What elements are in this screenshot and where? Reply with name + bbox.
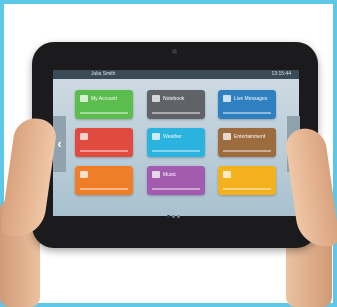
notebook-icon — [152, 95, 160, 102]
music-icon — [152, 171, 160, 178]
cloud-icon — [152, 133, 160, 140]
status-time: 13:15:44 — [271, 71, 291, 77]
tile-bar — [80, 150, 128, 152]
status-bar: Julia Smith 13:15:44 — [53, 70, 299, 79]
page-dot — [177, 215, 180, 218]
user-name: Julia Smith — [91, 71, 116, 77]
chat-icon — [223, 95, 231, 102]
tile-bar — [152, 150, 200, 152]
tile-bar — [152, 112, 200, 114]
tile-bar — [223, 112, 271, 114]
tile-bar — [80, 112, 128, 114]
tile-music[interactable]: Music — [147, 166, 205, 195]
tile-bar — [223, 188, 271, 190]
tile-label: Music — [163, 172, 177, 178]
tile-label: Entertainment — [234, 134, 266, 140]
camera-icon — [172, 49, 177, 54]
tile-bar — [80, 188, 128, 190]
tile-icon — [80, 133, 88, 140]
tablet-screen: Julia Smith 13:15:44 My Account Notebook… — [53, 70, 299, 216]
tile-label: Live Messages — [234, 96, 268, 102]
tile-label: Weather — [163, 134, 182, 140]
tile-bar — [223, 150, 271, 152]
tile-yellow[interactable] — [218, 166, 276, 195]
tile-red[interactable] — [75, 128, 133, 157]
tile-notebook[interactable]: Notebook — [147, 90, 205, 119]
tile-weather[interactable]: Weather — [147, 128, 205, 157]
tile-bar — [152, 188, 200, 190]
tile-label: My Account — [91, 96, 117, 102]
tile-orange[interactable] — [75, 166, 133, 195]
tile-my-account[interactable]: My Account — [75, 90, 133, 119]
page-dot — [172, 215, 175, 218]
tile-icon — [223, 171, 231, 178]
tile-label: Notebook — [163, 96, 185, 102]
tile-icon — [80, 171, 88, 178]
film-icon — [223, 133, 231, 140]
page-dot — [167, 215, 170, 218]
tile-live-messages[interactable]: Live Messages — [218, 90, 276, 119]
page-indicator — [167, 205, 182, 223]
person-icon — [80, 95, 88, 102]
tile-entertainment[interactable]: Entertainment — [218, 128, 276, 157]
